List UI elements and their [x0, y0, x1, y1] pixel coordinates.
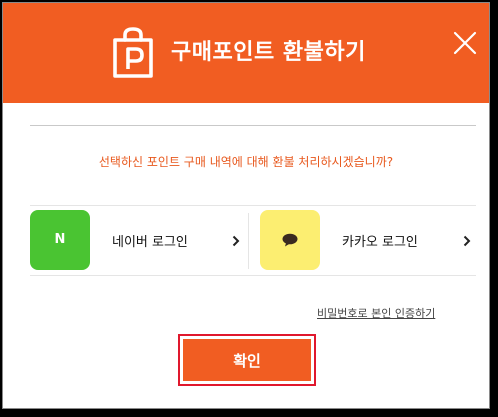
kakao-icon [260, 210, 320, 270]
refund-points-dialog: 구매포인트 환불하기 선택하신 포인트 구매 내역에 대해 환불 처리하시겠습니… [2, 2, 490, 409]
speech-bubble-icon [282, 233, 298, 247]
naver-icon: N [30, 210, 90, 270]
naver-login-label: 네이버 로그인 [112, 235, 188, 250]
close-icon[interactable] [451, 29, 479, 57]
dialog-header: 구매포인트 환불하기 [3, 3, 489, 103]
login-divider-bottom [30, 275, 476, 276]
refund-question: 선택하신 포인트 구매 내역에 대해 환불 처리하시겠습니까? [98, 155, 394, 169]
confirm-button[interactable]: 확인 [183, 339, 311, 381]
login-divider-top [30, 205, 476, 206]
naver-icon-letter: N [54, 232, 66, 247]
shopping-bag-p-icon [113, 27, 153, 78]
chevron-right-icon [463, 235, 471, 247]
kakao-login-button[interactable]: 카카오 로그인 [255, 207, 477, 273]
dialog-title: 구매포인트 환불하기 [171, 40, 366, 65]
naver-login-button[interactable]: N 네이버 로그인 [26, 207, 248, 273]
kakao-login-label: 카카오 로그인 [342, 235, 418, 250]
chevron-right-icon [232, 235, 240, 247]
password-auth-link[interactable]: 비밀번호로 본인 인증하기 [317, 305, 435, 321]
login-options-separator [248, 213, 249, 269]
top-divider [30, 125, 476, 126]
